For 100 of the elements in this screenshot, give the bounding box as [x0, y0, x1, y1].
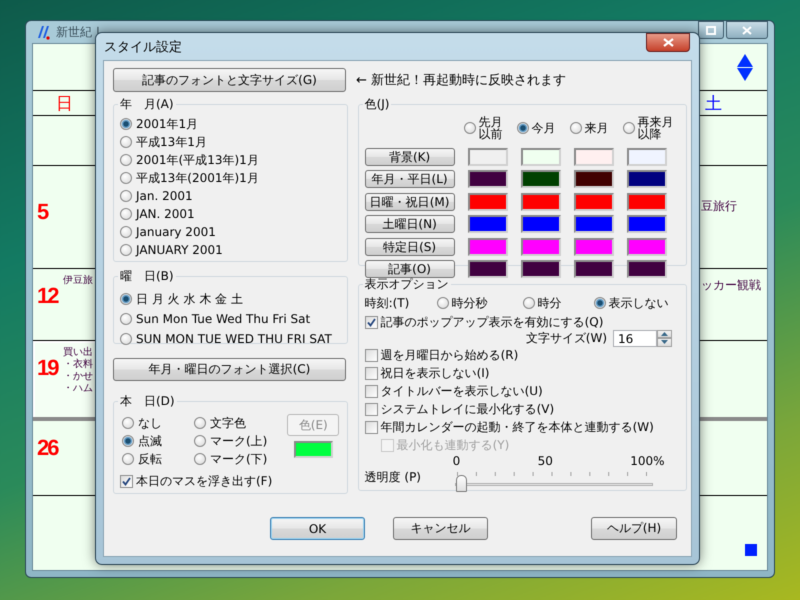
radio-label[interactable]: 今月: [532, 122, 556, 134]
close-button[interactable]: [646, 33, 690, 52]
maximize-button[interactable]: [698, 21, 724, 39]
checkbox-label[interactable]: システムトレイに最小化する(V): [380, 400, 554, 418]
color-row-button[interactable]: 背景(K): [364, 148, 455, 166]
spin-down-button[interactable]: [657, 338, 672, 346]
radio-button[interactable]: [120, 293, 132, 305]
radio-label[interactable]: 再来月: [638, 116, 674, 128]
checkbox[interactable]: [364, 402, 378, 416]
radio-label[interactable]: 2001年1月: [136, 116, 198, 132]
dialog-button[interactable]: キャンセル: [393, 517, 488, 540]
radio-label[interactable]: JANUARY 2001: [136, 243, 223, 257]
checkbox-label[interactable]: 週を月曜日から始める(R): [380, 346, 518, 364]
close-button[interactable]: [726, 21, 768, 39]
radio-button[interactable]: [122, 435, 134, 447]
radio-button[interactable]: [522, 297, 535, 309]
radio-label[interactable]: 来月: [584, 122, 609, 134]
radio-label[interactable]: 2001年(平成13年)1月: [136, 152, 259, 168]
color-swatch[interactable]: [468, 238, 508, 256]
radio-button[interactable]: [120, 154, 132, 166]
radio-button[interactable]: [570, 122, 582, 134]
radio-button[interactable]: [122, 453, 134, 465]
radio-label[interactable]: マーク(下): [210, 450, 268, 468]
color-swatch[interactable]: [574, 238, 614, 256]
radio-button[interactable]: [194, 417, 206, 429]
color-swatch[interactable]: [468, 215, 508, 233]
radio-button[interactable]: [622, 122, 635, 134]
radio-button[interactable]: [516, 122, 529, 134]
checkbox[interactable]: [364, 384, 378, 398]
font-button[interactable]: 記事のフォントと文字サイズ(G): [113, 68, 346, 92]
color-swatch[interactable]: [520, 238, 561, 256]
font-size-field[interactable]: 16: [613, 330, 657, 346]
radio-button[interactable]: [120, 313, 132, 325]
radio-label[interactable]: 以前: [478, 128, 503, 140]
color-swatch[interactable]: [626, 170, 667, 188]
radio-label[interactable]: January 2001: [136, 225, 216, 239]
radio-label[interactable]: JAN. 2001: [136, 207, 195, 221]
checkbox[interactable]: [364, 420, 378, 434]
color-swatch[interactable]: [468, 148, 508, 166]
color-swatch[interactable]: [468, 260, 508, 278]
color-swatch[interactable]: [626, 148, 667, 166]
color-swatch[interactable]: [520, 148, 561, 166]
radio-label[interactable]: マーク(上): [210, 432, 268, 450]
color-swatch[interactable]: [574, 170, 614, 188]
color-swatch[interactable]: [520, 260, 561, 278]
checkbox-label[interactable]: 本日のマスを浮き出す(F): [136, 472, 272, 490]
checkbox[interactable]: [364, 366, 378, 380]
radio-button[interactable]: [464, 122, 476, 134]
radio-label[interactable]: 先月: [478, 116, 503, 128]
up-arrow-icon[interactable]: [737, 54, 753, 66]
color-swatch[interactable]: [520, 170, 561, 188]
color-swatch[interactable]: [520, 215, 561, 233]
radio-button[interactable]: [120, 208, 132, 220]
checkbox-label[interactable]: 記事のポップアップ表示を有効にする(Q): [380, 314, 604, 330]
radio-label[interactable]: Jan. 2001: [136, 189, 193, 203]
checkbox[interactable]: [120, 474, 133, 488]
radio-button[interactable]: [122, 417, 134, 429]
radio-button[interactable]: [594, 297, 606, 309]
color-row-button[interactable]: 特定日(S): [364, 238, 455, 256]
radio-button[interactable]: [120, 172, 132, 184]
color-swatch[interactable]: [468, 192, 508, 210]
color-swatch[interactable]: [574, 260, 614, 278]
color-row-button[interactable]: 日曜・祝日(M): [364, 192, 455, 210]
checkbox-label[interactable]: 祝日を表示しない(I): [380, 364, 490, 382]
radio-label[interactable]: 日 月 火 水 木 金 土: [136, 290, 243, 308]
radio-label[interactable]: 時分: [538, 294, 562, 312]
radio-label[interactable]: 平成13年1月: [136, 134, 207, 150]
radio-label[interactable]: 点滅: [138, 432, 162, 450]
color-swatch[interactable]: [626, 215, 667, 233]
color-row-button[interactable]: 年月・平日(L): [364, 170, 455, 188]
color-swatch[interactable]: [626, 238, 667, 256]
color-row-button[interactable]: 土曜日(N): [364, 215, 455, 233]
color-swatch[interactable]: [294, 441, 333, 458]
slider-thumb[interactable]: [456, 475, 467, 492]
spin-up-button[interactable]: [657, 330, 672, 338]
radio-label[interactable]: なし: [138, 414, 162, 432]
radio-label[interactable]: 文字色: [210, 414, 246, 432]
color-swatch[interactable]: [520, 192, 561, 210]
radio-label[interactable]: SUN MON TUE WED THU FRI SAT: [136, 332, 332, 346]
color-swatch[interactable]: [626, 260, 667, 278]
radio-button[interactable]: [436, 297, 449, 309]
radio-label[interactable]: Sun Mon Tue Wed Thu Fri Sat: [136, 312, 310, 326]
radio-button[interactable]: [120, 118, 132, 130]
radio-button[interactable]: [194, 435, 206, 447]
checkbox-label[interactable]: 年間カレンダーの起動・終了を本体と連動する(W): [380, 418, 654, 436]
color-swatch[interactable]: [574, 148, 614, 166]
color-swatch[interactable]: [574, 215, 614, 233]
radio-label[interactable]: 表示しない: [608, 294, 669, 312]
radio-button[interactable]: [120, 136, 132, 148]
color-row-button[interactable]: 記事(O): [364, 260, 455, 278]
down-arrow-icon[interactable]: [737, 68, 753, 80]
radio-label[interactable]: 時分秒: [452, 294, 488, 312]
radio-button[interactable]: [194, 453, 206, 465]
dialog-button[interactable]: ヘルプ(H): [591, 517, 677, 540]
checkbox[interactable]: [364, 348, 378, 362]
radio-button[interactable]: [120, 333, 132, 345]
color-swatch[interactable]: [626, 192, 667, 210]
font-button[interactable]: 年月・曜日のフォント選択(C): [113, 358, 346, 381]
radio-label[interactable]: 平成13年(2001年)1月: [136, 170, 259, 186]
radio-button[interactable]: [120, 244, 132, 256]
